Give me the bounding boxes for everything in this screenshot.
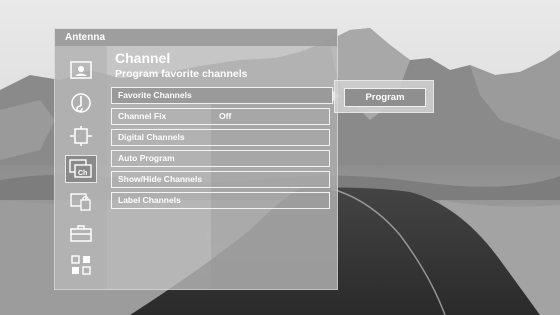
audio-icon[interactable] <box>68 92 94 114</box>
menu-item-label: Show/Hide Channels <box>118 174 203 184</box>
lock-icon[interactable] <box>68 191 94 213</box>
menu-item-label: Channel Fix <box>118 111 167 121</box>
display-icon[interactable] <box>68 125 94 147</box>
setup-icon[interactable] <box>68 222 94 244</box>
menu-item-show-hide-channels[interactable]: Show/Hide Channels <box>111 171 330 188</box>
apps-icon[interactable] <box>68 254 94 276</box>
category-sidebar: Ch <box>55 46 107 289</box>
settings-menu-panel: Antenna Ch Channel Program favorite chan… <box>54 28 340 290</box>
menu-item-auto-program[interactable]: Auto Program <box>111 150 330 167</box>
program-button[interactable]: Program <box>344 88 426 107</box>
menu-item-label: Auto Program <box>118 153 175 163</box>
submenu-panel: Program <box>334 80 434 113</box>
channel-icon-label: Ch <box>78 170 87 177</box>
page-title: Channel <box>115 50 171 66</box>
channel-icon[interactable]: Ch <box>65 155 97 183</box>
menu-item-label-channels[interactable]: Label Channels <box>111 192 330 209</box>
menu-item-label: Label Channels <box>118 195 181 205</box>
menu-item-value: Off <box>219 111 232 121</box>
picture-icon[interactable] <box>68 59 94 81</box>
menu-header: Antenna <box>55 29 337 46</box>
menu-item-digital-channels[interactable]: Digital Channels <box>111 129 330 146</box>
menu-item-favorite-channels[interactable]: Favorite Channels <box>111 87 340 104</box>
menu-item-label: Favorite Channels <box>118 90 192 100</box>
menu-item-label: Digital Channels <box>118 132 185 142</box>
page-subtitle: Program favorite channels <box>115 68 248 80</box>
menu-item-channel-fix[interactable]: Channel Fix Off <box>111 108 330 125</box>
